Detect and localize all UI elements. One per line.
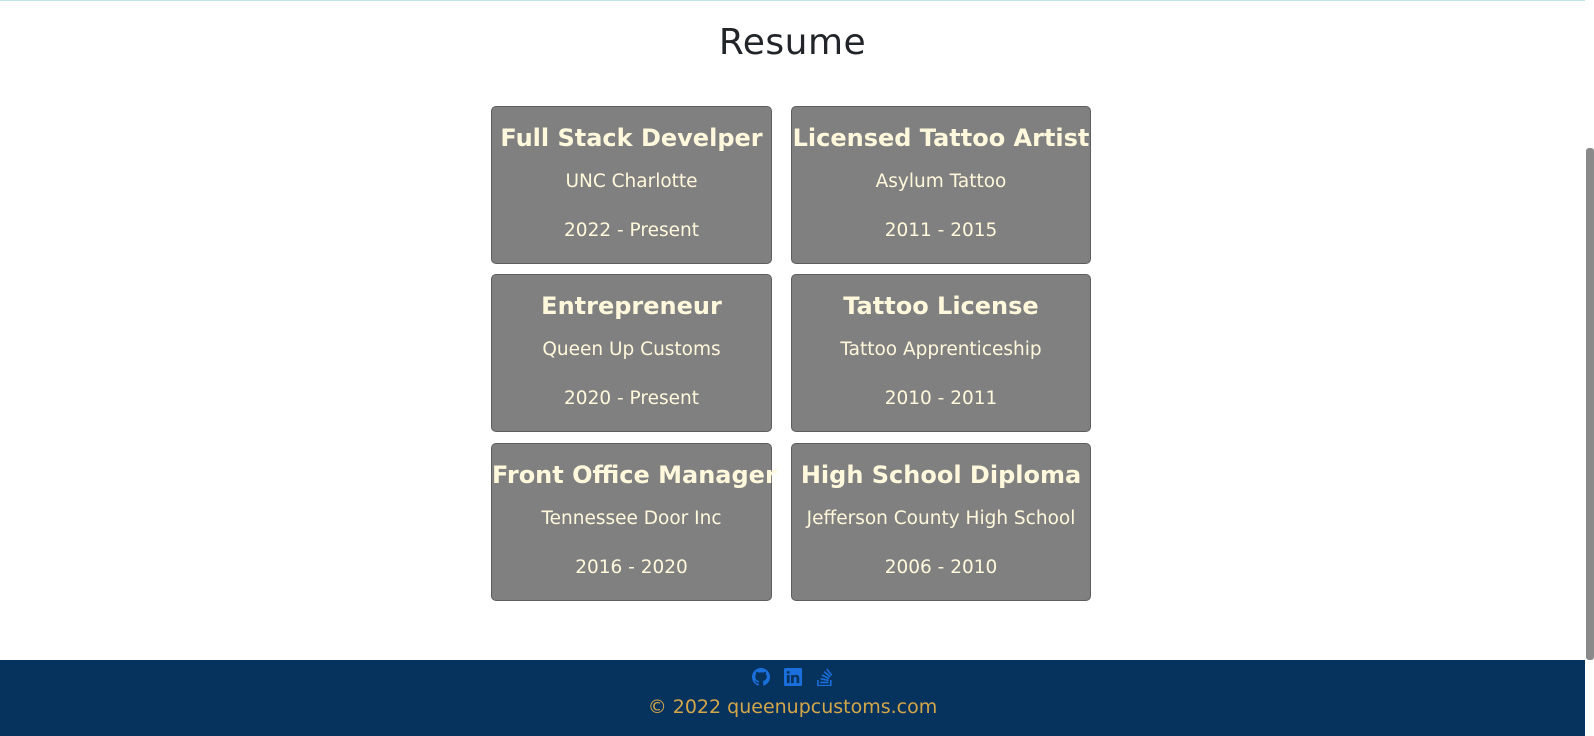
card-organization: Tattoo Apprenticeship: [840, 339, 1042, 360]
resume-card: Licensed Tattoo Artist Asylum Tattoo 201…: [791, 106, 1091, 264]
github-icon[interactable]: [751, 668, 770, 686]
card-title: Tattoo License: [843, 292, 1039, 320]
card-organization: Tennessee Door Inc: [541, 508, 722, 529]
card-organization: Jefferson County High School: [806, 508, 1076, 529]
resume-card: High School Diploma Jefferson County Hig…: [791, 443, 1091, 601]
stack-overflow-icon[interactable]: [816, 668, 834, 686]
card-dates: 2016 - 2020: [575, 557, 688, 578]
resume-card: Full Stack Develper UNC Charlotte 2022 -…: [491, 106, 772, 264]
card-dates: 2020 - Present: [564, 388, 699, 409]
card-dates: 2006 - 2010: [884, 557, 998, 578]
scrollbar-thumb[interactable]: [1586, 148, 1594, 660]
card-organization: Asylum Tattoo: [875, 171, 1007, 192]
resume-card: Front Office Manager Tennessee Door Inc …: [491, 443, 777, 601]
card-title: Front Office Manager: [492, 461, 777, 489]
card-dates: 2010 - 2011: [884, 388, 998, 409]
card-organization: Queen Up Customs: [542, 339, 721, 360]
card-organization: UNC Charlotte: [565, 171, 698, 192]
page-title: Resume: [718, 22, 867, 63]
card-title: Entrepreneur: [541, 292, 722, 320]
card-title: Licensed Tattoo Artist: [792, 124, 1090, 152]
resume-card: Tattoo License Tattoo Apprenticeship 201…: [791, 274, 1091, 432]
top-border: [0, 0, 1594, 1]
card-title: High School Diploma: [800, 461, 1082, 489]
copyright-text: © 2022 queenupcustoms.com: [647, 696, 938, 718]
resume-card: Entrepreneur Queen Up Customs 2020 - Pre…: [491, 274, 772, 432]
linkedin-icon[interactable]: [783, 668, 802, 686]
card-dates: 2022 - Present: [564, 220, 699, 241]
social-links: [0, 668, 1585, 686]
card-dates: 2011 - 2015: [884, 220, 998, 241]
card-title: Full Stack Develper: [500, 124, 763, 152]
site-footer: © 2022 queenupcustoms.com: [0, 660, 1585, 736]
